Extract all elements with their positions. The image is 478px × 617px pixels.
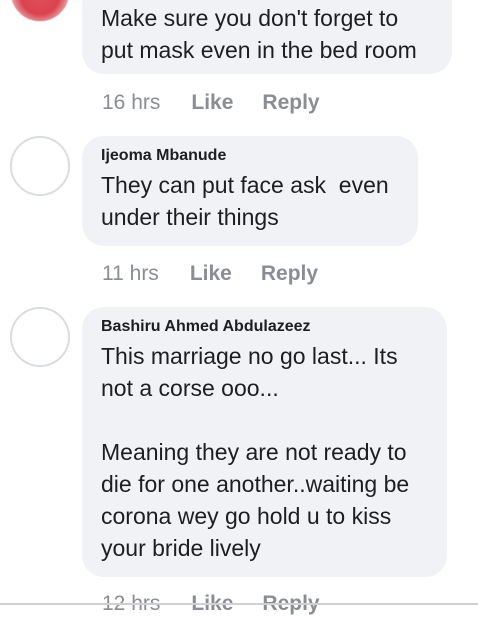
like-button[interactable]: Like (190, 261, 232, 287)
comment-bubble: Bashiru Ahmed Abdulazeez This marriage n… (82, 307, 447, 577)
comment-actions: 16 hrs Like Reply (102, 90, 320, 116)
comment-author[interactable]: Ijeoma Mbanude (101, 146, 398, 166)
comment-text: They can put face ask even under their t… (101, 172, 389, 230)
comment-actions: 11 hrs Like Reply (102, 261, 318, 287)
avatar[interactable] (10, 136, 70, 196)
comment-text: Make sure you don't forget to put mask e… (101, 5, 417, 63)
comment-text: This marriage no go last... Its not a co… (101, 343, 410, 561)
avatar[interactable] (10, 307, 70, 367)
reply-button[interactable]: Reply (262, 90, 319, 116)
timestamp[interactable]: 11 hrs (102, 261, 159, 287)
like-button[interactable]: Like (191, 90, 233, 116)
comment-bubble: Ijeoma Mbanude They can put face ask eve… (82, 136, 418, 246)
comment-bubble: Make sure you don't forget to put mask e… (82, 0, 452, 74)
reply-button[interactable]: Reply (261, 261, 318, 287)
avatar[interactable] (10, 0, 70, 22)
timestamp[interactable]: 16 hrs (102, 90, 160, 116)
comment-author[interactable]: Bashiru Ahmed Abdulazeez (101, 317, 427, 337)
divider (0, 603, 478, 605)
